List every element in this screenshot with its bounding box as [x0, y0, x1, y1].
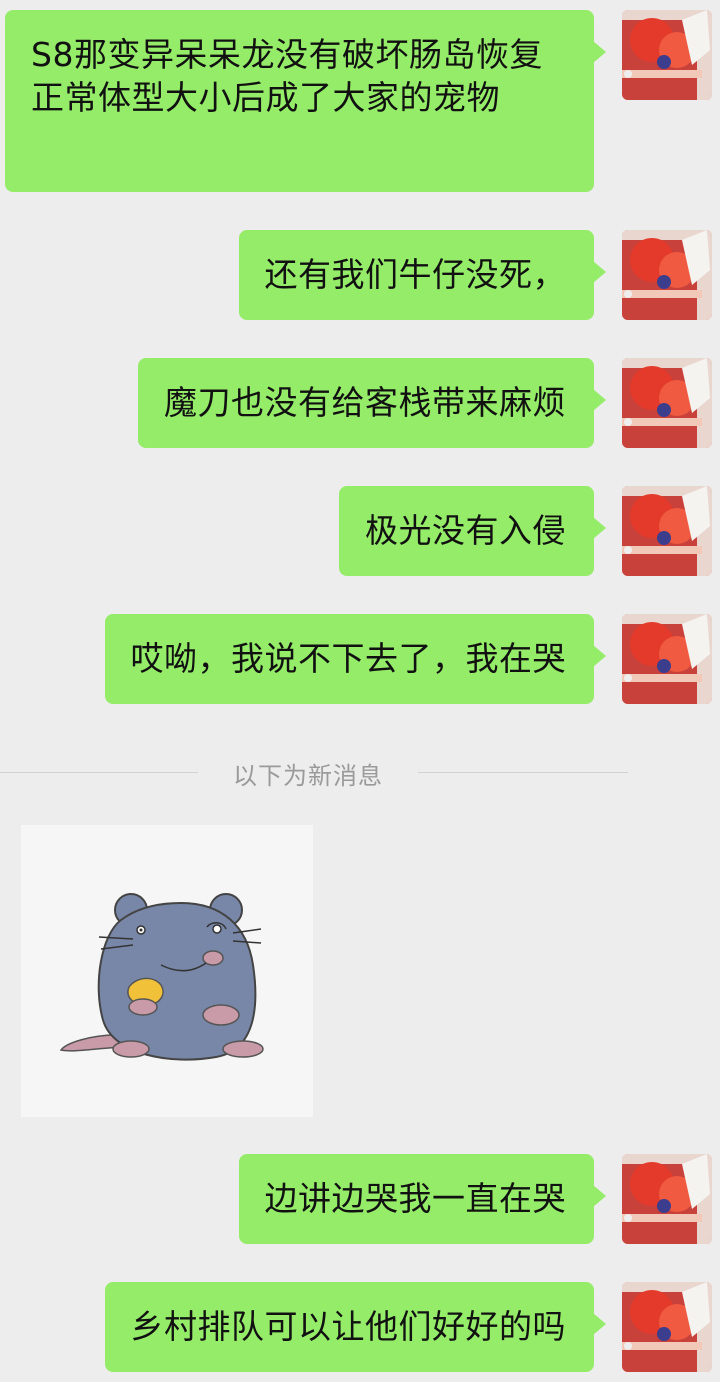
- message-bubble[interactable]: 边讲边哭我一直在哭: [238, 1154, 606, 1244]
- message-bubble[interactable]: 乡村排队可以让他们好好的吗: [104, 1282, 606, 1372]
- message-bubble[interactable]: 哎呦，我说不下去了，我在哭: [104, 614, 606, 704]
- user-avatar[interactable]: [622, 1154, 712, 1244]
- user-avatar[interactable]: [622, 1282, 712, 1372]
- message-bubble[interactable]: 极光没有入侵: [339, 486, 606, 576]
- message-bubble[interactable]: 还有我们牛仔没死，: [238, 230, 606, 320]
- user-avatar[interactable]: [622, 486, 712, 576]
- cake-avatar-icon: [622, 614, 712, 704]
- cake-avatar-icon: [622, 486, 712, 576]
- cake-avatar-icon: [622, 1154, 712, 1244]
- new-messages-divider: 以下为新消息: [0, 762, 720, 790]
- divider-label: 以下为新消息: [233, 762, 383, 790]
- sticker-message[interactable]: [21, 825, 313, 1117]
- user-avatar[interactable]: [622, 230, 712, 320]
- user-avatar[interactable]: [622, 10, 712, 100]
- user-avatar[interactable]: [622, 358, 712, 448]
- message-bubble[interactable]: 魔刀也没有给客栈带来麻烦: [138, 358, 606, 448]
- gray-mouse-sticker-icon: [59, 893, 264, 1061]
- cake-avatar-icon: [622, 1282, 712, 1372]
- cake-avatar-icon: [622, 10, 712, 100]
- cake-avatar-icon: [622, 230, 712, 320]
- message-bubble[interactable]: S8那变异呆呆龙没有破坏肠岛恢复正常体型大小后成了大家的宠物: [5, 10, 606, 192]
- divider-line-right: [418, 772, 628, 773]
- cake-avatar-icon: [622, 358, 712, 448]
- user-avatar[interactable]: [622, 614, 712, 704]
